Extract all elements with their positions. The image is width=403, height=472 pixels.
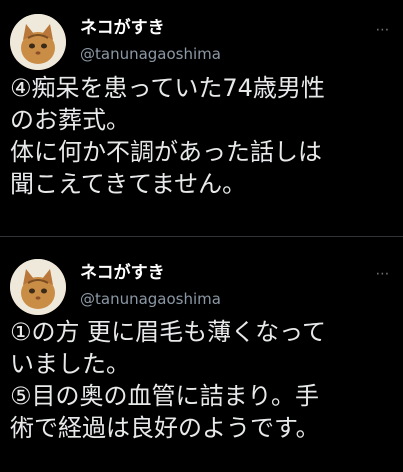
- cat-avatar-icon: [10, 259, 66, 315]
- avatar[interactable]: [10, 259, 66, 315]
- tweet-2[interactable]: ネコがすき @tanunagaoshima ⋯ ①の方 更に眉毛も薄くなって い…: [0, 0, 403, 472]
- user-handle[interactable]: @tanunagaoshima: [80, 290, 221, 308]
- more-options-icon[interactable]: ⋯: [372, 264, 394, 284]
- display-name[interactable]: ネコがすき: [80, 258, 165, 283]
- tweet-text: ①の方 更に眉毛も薄くなって いました。 ⑤目の奥の血管に詰まり。手 術で経過は…: [10, 318, 326, 442]
